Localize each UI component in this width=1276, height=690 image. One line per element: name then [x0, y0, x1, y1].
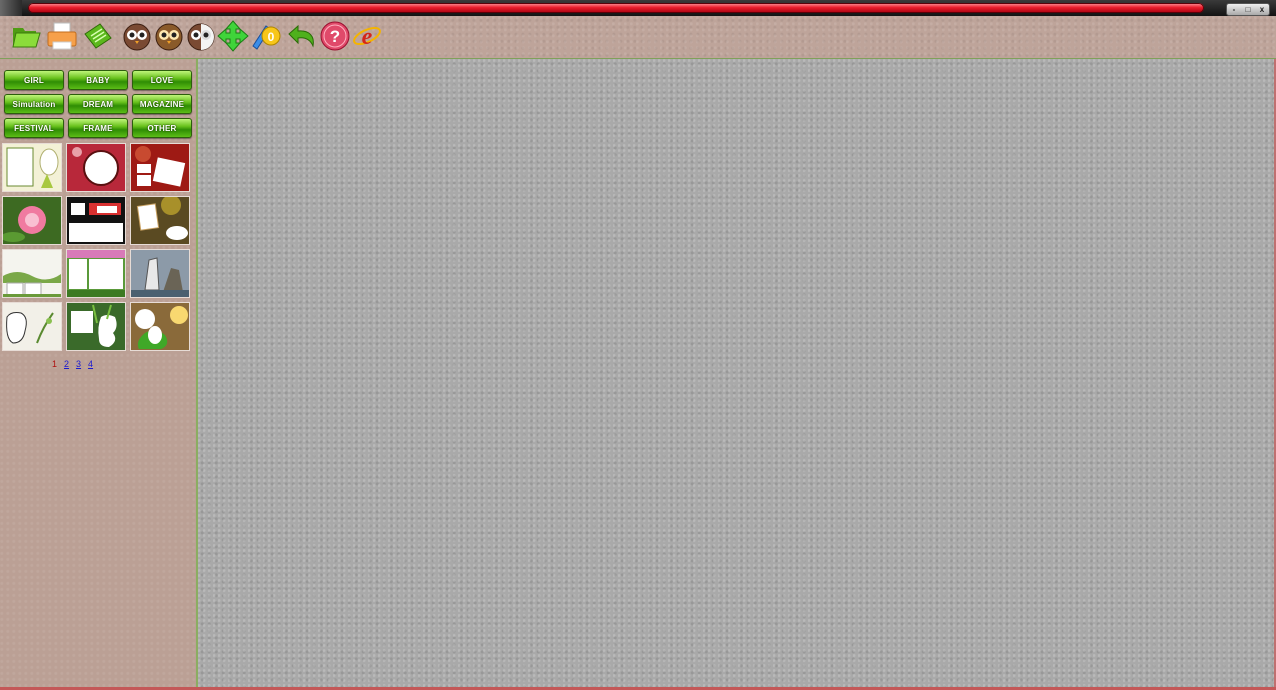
print-icon	[47, 22, 77, 50]
category-magazine-button[interactable]: MAGAZINE	[132, 94, 192, 114]
svg-text:0: 0	[268, 30, 275, 44]
template-thumbnail-5[interactable]	[66, 196, 126, 245]
template-thumbnail-1[interactable]	[2, 143, 62, 192]
template-thumbnail-3[interactable]	[130, 143, 190, 192]
owl-icon	[123, 23, 151, 51]
template-thumbnail-6[interactable]	[130, 196, 190, 245]
ie-browser-icon-label: e	[362, 24, 373, 50]
template-thumbnail-11[interactable]	[66, 302, 126, 351]
pager-current-page: 1	[52, 359, 58, 369]
owl-button-2[interactable]	[153, 20, 185, 52]
undo-button[interactable]	[285, 20, 317, 52]
maximize-button[interactable]: □	[1242, 5, 1254, 14]
category-other-button[interactable]: OTHER	[132, 118, 192, 138]
category-baby-button[interactable]: BABY	[68, 70, 128, 90]
category-simulation-button[interactable]: Simulation	[4, 94, 64, 114]
open-folder-button[interactable]	[10, 20, 42, 52]
owl-icon-2	[155, 23, 183, 51]
category-dream-button[interactable]: DREAM	[68, 94, 128, 114]
template-thumbnail-2[interactable]	[66, 143, 126, 192]
move-arrows-icon	[217, 20, 249, 52]
thumbnail-pager: 1 2 3 4	[52, 359, 93, 371]
open-folder-icon	[12, 28, 41, 48]
title-bar-left-cap	[0, 0, 22, 16]
save-button[interactable]	[82, 20, 114, 52]
close-button[interactable]: x	[1256, 5, 1268, 14]
minimize-button[interactable]: -	[1228, 5, 1240, 14]
help-button[interactable]: ?	[319, 20, 351, 52]
owl-button-1[interactable]	[121, 20, 153, 52]
edit-text-icon: 0	[252, 25, 281, 50]
template-thumbnail-12[interactable]	[130, 302, 190, 351]
template-thumbnail-10[interactable]	[2, 302, 62, 351]
print-button[interactable]	[46, 20, 78, 52]
title-bar-highlight	[28, 3, 1204, 13]
category-festival-button[interactable]: FESTIVAL	[4, 118, 64, 138]
owl-button-3[interactable]	[185, 20, 217, 52]
category-girl-button[interactable]: GIRL	[4, 70, 64, 90]
window-controls: - □ x	[1226, 3, 1270, 16]
help-icon-label: ?	[330, 27, 340, 46]
title-bar: - □ x	[0, 0, 1276, 16]
template-thumbnail-8[interactable]	[66, 249, 126, 298]
template-thumbnail-7[interactable]	[2, 249, 62, 298]
help-icon: ?	[320, 21, 350, 51]
edit-text-button[interactable]: 0	[250, 20, 282, 52]
template-thumbnail-4[interactable]	[2, 196, 62, 245]
design-canvas[interactable]	[198, 59, 1276, 687]
owl-half-icon	[187, 23, 215, 51]
ie-browser-icon: e	[353, 24, 381, 50]
template-sidebar: GIRL BABY LOVE Simulation DREAM MAGAZINE…	[0, 59, 198, 690]
pager-page-4-link[interactable]: 4	[88, 359, 93, 371]
template-thumbnail-9[interactable]	[130, 249, 190, 298]
move-button[interactable]	[217, 20, 249, 52]
category-frame-button[interactable]: FRAME	[68, 118, 128, 138]
undo-icon	[288, 24, 314, 48]
pager-page-2-link[interactable]: 2	[64, 359, 69, 371]
browser-button[interactable]: e	[351, 20, 383, 52]
pager-page-3-link[interactable]: 3	[76, 359, 81, 371]
save-icon	[84, 23, 112, 49]
toolbar: 0 ? e	[0, 16, 1276, 59]
category-love-button[interactable]: LOVE	[132, 70, 192, 90]
